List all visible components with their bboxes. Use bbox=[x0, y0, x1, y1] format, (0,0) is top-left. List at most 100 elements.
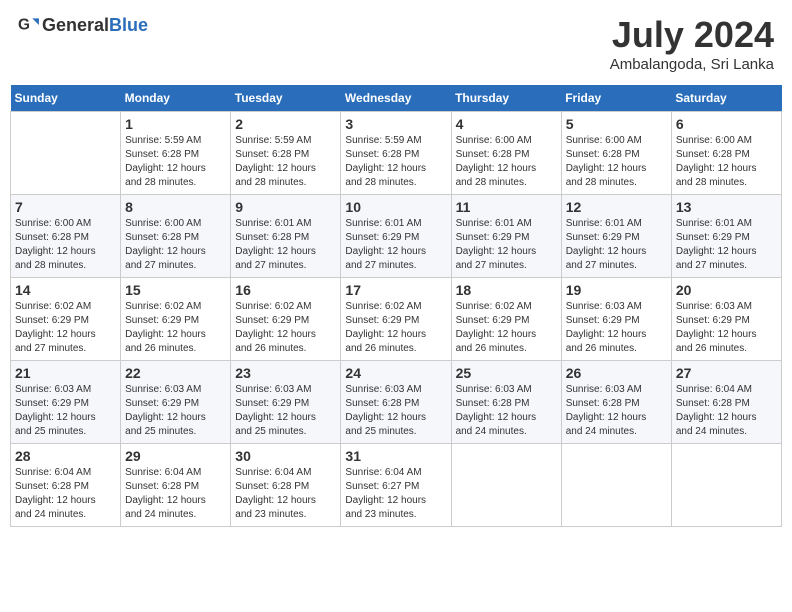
day-info: Sunrise: 6:02 AMSunset: 6:29 PMDaylight:… bbox=[235, 300, 336, 356]
calendar-cell bbox=[451, 444, 561, 527]
calendar-cell: 11 Sunrise: 6:01 AMSunset: 6:29 PMDayligh… bbox=[451, 195, 561, 278]
calendar-cell: 12Sunrise: 6:01 AMSunset: 6:29 PMDayligh… bbox=[561, 195, 671, 278]
logo-text-general: General bbox=[42, 15, 109, 35]
day-info: Sunrise: 6:01 AMSunset: 6:29 PMDaylight:… bbox=[456, 217, 557, 273]
day-number: 20 bbox=[676, 282, 777, 298]
day-number: 8 bbox=[125, 199, 226, 215]
day-number: 28 bbox=[15, 448, 116, 464]
day-number: 6 bbox=[676, 116, 777, 132]
main-title: July 2024 bbox=[610, 14, 774, 56]
day-number: 31 bbox=[345, 448, 446, 464]
day-number: 7 bbox=[15, 199, 116, 215]
day-number: 18 bbox=[456, 282, 557, 298]
calendar-cell: 30 Sunrise: 6:04 AMSunset: 6:28 PMDayligh… bbox=[231, 444, 341, 527]
day-number: 30 bbox=[235, 448, 336, 464]
calendar-cell: 27 Sunrise: 6:04 AMSunset: 6:28 PMDayligh… bbox=[671, 361, 781, 444]
week-row-3: 14 Sunrise: 6:02 AMSunset: 6:29 PMDayligh… bbox=[11, 278, 782, 361]
day-number: 24 bbox=[345, 365, 446, 381]
day-number: 27 bbox=[676, 365, 777, 381]
week-row-2: 7 Sunrise: 6:00 AMSunset: 6:28 PMDaylight… bbox=[11, 195, 782, 278]
calendar-cell: 19Sunrise: 6:03 AMSunset: 6:29 PMDayligh… bbox=[561, 278, 671, 361]
weekday-header-sunday: Sunday bbox=[11, 85, 121, 112]
day-number: 21 bbox=[15, 365, 116, 381]
day-info: Sunrise: 6:02 AMSunset: 6:29 PMDaylight:… bbox=[125, 300, 226, 356]
day-number: 1 bbox=[125, 116, 226, 132]
calendar-cell: 6Sunrise: 6:00 AMSunset: 6:28 PMDaylight… bbox=[671, 112, 781, 195]
calendar-cell: 14Sunrise: 6:02 AMSunset: 6:29 PMDayligh… bbox=[11, 278, 121, 361]
weekday-header-saturday: Saturday bbox=[671, 85, 781, 112]
day-info: Sunrise: 6:03 AMSunset: 6:28 PMDaylight:… bbox=[456, 383, 557, 439]
calendar-cell bbox=[561, 444, 671, 527]
calendar-cell: 3 Sunrise: 5:59 AMSunset: 6:28 PMDaylight… bbox=[341, 112, 451, 195]
logo: G GeneralBlue bbox=[18, 14, 148, 36]
calendar-cell: 1 Sunrise: 5:59 AMSunset: 6:28 PMDaylight… bbox=[121, 112, 231, 195]
day-info: Sunrise: 6:04 AMSunset: 6:28 PMDaylight:… bbox=[125, 466, 226, 522]
day-info: Sunrise: 6:03 AMSunset: 6:29 PMDaylight:… bbox=[676, 300, 777, 356]
day-info: Sunrise: 6:00 AMSunset: 6:28 PMDaylight:… bbox=[566, 134, 667, 190]
day-info: Sunrise: 6:04 AMSunset: 6:28 PMDaylight:… bbox=[15, 466, 116, 522]
day-info: Sunrise: 6:02 AMSunset: 6:29 PMDaylight:… bbox=[345, 300, 446, 356]
day-number: 17 bbox=[345, 282, 446, 298]
day-info: Sunrise: 6:01 AMSunset: 6:29 PMDaylight:… bbox=[676, 217, 777, 273]
calendar-cell: 23 Sunrise: 6:03 AMSunset: 6:29 PMDayligh… bbox=[231, 361, 341, 444]
week-row-4: 21 Sunrise: 6:03 AMSunset: 6:29 PMDayligh… bbox=[11, 361, 782, 444]
day-number: 9 bbox=[235, 199, 336, 215]
day-number: 23 bbox=[235, 365, 336, 381]
day-number: 26 bbox=[566, 365, 667, 381]
day-number: 25 bbox=[456, 365, 557, 381]
day-info: Sunrise: 6:01 AMSunset: 6:28 PMDaylight:… bbox=[235, 217, 336, 273]
day-info: Sunrise: 6:03 AMSunset: 6:28 PMDaylight:… bbox=[566, 383, 667, 439]
day-number: 22 bbox=[125, 365, 226, 381]
day-number: 3 bbox=[345, 116, 446, 132]
day-number: 29 bbox=[125, 448, 226, 464]
calendar-cell: 4 Sunrise: 6:00 AMSunset: 6:28 PMDaylight… bbox=[451, 112, 561, 195]
calendar-cell: 5Sunrise: 6:00 AMSunset: 6:28 PMDaylight… bbox=[561, 112, 671, 195]
calendar-cell: 9 Sunrise: 6:01 AMSunset: 6:28 PMDaylight… bbox=[231, 195, 341, 278]
day-info: Sunrise: 6:03 AMSunset: 6:29 PMDaylight:… bbox=[235, 383, 336, 439]
calendar-cell: 20 Sunrise: 6:03 AMSunset: 6:29 PMDayligh… bbox=[671, 278, 781, 361]
calendar-cell: 10 Sunrise: 6:01 AMSunset: 6:29 PMDayligh… bbox=[341, 195, 451, 278]
calendar-cell: 31 Sunrise: 6:04 AMSunset: 6:27 PMDayligh… bbox=[341, 444, 451, 527]
day-info: Sunrise: 6:04 AMSunset: 6:27 PMDaylight:… bbox=[345, 466, 446, 522]
day-info: Sunrise: 6:00 AMSunset: 6:28 PMDaylight:… bbox=[456, 134, 557, 190]
page-header: G GeneralBlue July 2024 Ambalangoda, Sri… bbox=[10, 10, 782, 77]
day-info: Sunrise: 6:00 AMSunset: 6:28 PMDaylight:… bbox=[125, 217, 226, 273]
day-info: Sunrise: 5:59 AMSunset: 6:28 PMDaylight:… bbox=[125, 134, 226, 190]
calendar-cell: 7 Sunrise: 6:00 AMSunset: 6:28 PMDaylight… bbox=[11, 195, 121, 278]
subtitle: Ambalangoda, Sri Lanka bbox=[610, 56, 774, 73]
calendar-cell: 21Sunrise: 6:03 AMSunset: 6:29 PMDayligh… bbox=[11, 361, 121, 444]
weekday-header-friday: Friday bbox=[561, 85, 671, 112]
day-number: 4 bbox=[456, 116, 557, 132]
day-number: 14 bbox=[15, 282, 116, 298]
svg-text:G: G bbox=[18, 16, 30, 33]
weekday-header-row: SundayMondayTuesdayWednesdayThursdayFrid… bbox=[11, 85, 782, 112]
calendar-cell: 15 Sunrise: 6:02 AMSunset: 6:29 PMDayligh… bbox=[121, 278, 231, 361]
calendar-cell: 24Sunrise: 6:03 AMSunset: 6:28 PMDayligh… bbox=[341, 361, 451, 444]
calendar-cell: 8 Sunrise: 6:00 AMSunset: 6:28 PMDaylight… bbox=[121, 195, 231, 278]
week-row-5: 28 Sunrise: 6:04 AMSunset: 6:28 PMDayligh… bbox=[11, 444, 782, 527]
day-info: Sunrise: 5:59 AMSunset: 6:28 PMDaylight:… bbox=[345, 134, 446, 190]
day-number: 15 bbox=[125, 282, 226, 298]
logo-text-blue: Blue bbox=[109, 15, 148, 35]
calendar-cell: 29 Sunrise: 6:04 AMSunset: 6:28 PMDayligh… bbox=[121, 444, 231, 527]
week-row-1: 1 Sunrise: 5:59 AMSunset: 6:28 PMDaylight… bbox=[11, 112, 782, 195]
day-number: 2 bbox=[235, 116, 336, 132]
day-info: Sunrise: 6:01 AMSunset: 6:29 PMDaylight:… bbox=[345, 217, 446, 273]
weekday-header-wednesday: Wednesday bbox=[341, 85, 451, 112]
weekday-header-monday: Monday bbox=[121, 85, 231, 112]
day-number: 11 bbox=[456, 199, 557, 215]
calendar-table: SundayMondayTuesdayWednesdayThursdayFrid… bbox=[10, 85, 782, 527]
day-info: Sunrise: 6:04 AMSunset: 6:28 PMDaylight:… bbox=[235, 466, 336, 522]
calendar-cell: 2Sunrise: 5:59 AMSunset: 6:28 PMDaylight… bbox=[231, 112, 341, 195]
day-number: 16 bbox=[235, 282, 336, 298]
day-number: 12 bbox=[566, 199, 667, 215]
day-info: Sunrise: 6:02 AMSunset: 6:29 PMDaylight:… bbox=[456, 300, 557, 356]
calendar-cell: 22Sunrise: 6:03 AMSunset: 6:29 PMDayligh… bbox=[121, 361, 231, 444]
day-info: Sunrise: 6:00 AMSunset: 6:28 PMDaylight:… bbox=[15, 217, 116, 273]
day-info: Sunrise: 6:04 AMSunset: 6:28 PMDaylight:… bbox=[676, 383, 777, 439]
day-info: Sunrise: 6:03 AMSunset: 6:29 PMDaylight:… bbox=[566, 300, 667, 356]
calendar-cell: 18 Sunrise: 6:02 AMSunset: 6:29 PMDayligh… bbox=[451, 278, 561, 361]
calendar-cell bbox=[671, 444, 781, 527]
day-number: 10 bbox=[345, 199, 446, 215]
calendar-cell: 28 Sunrise: 6:04 AMSunset: 6:28 PMDayligh… bbox=[11, 444, 121, 527]
